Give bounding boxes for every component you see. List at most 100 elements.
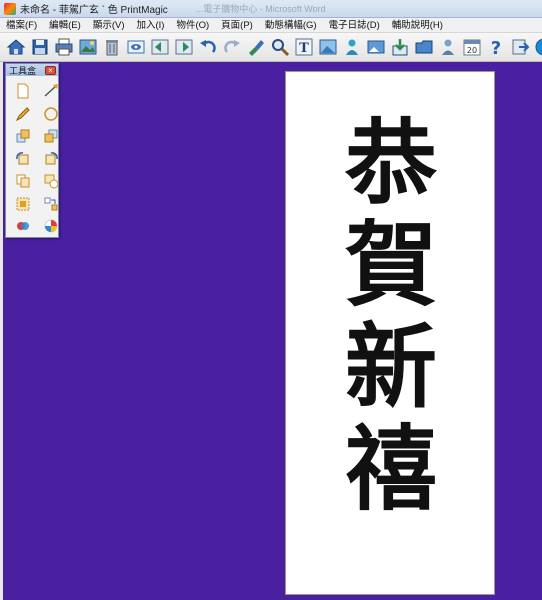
app-icon — [4, 2, 16, 15]
export-icon — [512, 39, 530, 55]
color-fill-icon — [17, 222, 29, 231]
title-bar: 未命名 - 菲駕广玄 ` 色 PrintMagic ...電子購物中心 - Mi… — [0, 0, 542, 18]
pencil-icon — [15, 107, 30, 121]
tool-pencil[interactable] — [12, 103, 34, 126]
group-icon — [44, 174, 59, 189]
align-left-button[interactable] — [149, 36, 171, 58]
zoom-button[interactable] — [269, 36, 291, 58]
download-button[interactable] — [389, 36, 411, 58]
print-icon — [55, 38, 73, 56]
download-icon — [392, 39, 408, 56]
tool-layer-down[interactable] — [40, 125, 62, 148]
calendar-icon: 20 — [463, 39, 481, 56]
photo-icon — [367, 40, 385, 54]
new-page-icon — [17, 83, 29, 99]
redo-icon — [224, 40, 240, 53]
align-right-button[interactable] — [173, 36, 195, 58]
menu-object[interactable]: 物件(O) — [170, 18, 215, 33]
menu-view[interactable]: 顯示(V) — [87, 18, 131, 33]
calendar-day: 20 — [467, 46, 477, 55]
window-title: 未命名 - 菲駕广玄 ` 色 PrintMagic — [20, 5, 168, 16]
trash-icon — [106, 40, 118, 56]
main-toolbar: T 20 ? — [0, 33, 542, 62]
tool-arrange[interactable] — [40, 193, 62, 216]
arrange-icon — [44, 197, 58, 211]
tool-layer-up[interactable] — [12, 125, 34, 148]
menu-insert[interactable]: 加入(I) — [130, 18, 170, 33]
preview-icon — [127, 40, 145, 54]
save-button[interactable] — [29, 36, 51, 58]
toolbox-panel: 工具盒 × — [5, 63, 59, 238]
paint-button[interactable] — [245, 36, 267, 58]
menu-ejournal[interactable]: 電子日誌(D) — [323, 18, 386, 33]
toolbox-titlebar[interactable]: 工具盒 × — [6, 64, 58, 76]
paint-icon — [249, 40, 264, 56]
home-button[interactable] — [5, 36, 27, 58]
calendar-button[interactable]: 20 — [461, 36, 483, 58]
help-button[interactable]: ? — [485, 36, 507, 58]
character-4[interactable]: 禧 — [345, 418, 437, 520]
tool-color-fill[interactable] — [12, 215, 34, 238]
tool-grid — [6, 76, 59, 238]
layer-down-icon — [44, 129, 58, 143]
workspace-edge — [0, 62, 3, 600]
copy-icon — [16, 174, 30, 188]
export-button[interactable] — [509, 36, 531, 58]
crop-icon — [16, 197, 30, 211]
folder-button[interactable] — [413, 36, 435, 58]
tool-group[interactable] — [40, 170, 62, 193]
photo-button[interactable] — [365, 36, 387, 58]
tool-line[interactable] — [40, 80, 62, 103]
save-icon — [32, 39, 48, 55]
text-button[interactable]: T — [293, 36, 315, 58]
play-button[interactable] — [533, 36, 542, 58]
play-icon — [535, 38, 542, 56]
tool-circle[interactable] — [40, 103, 62, 126]
layer-up-icon — [16, 129, 30, 143]
menu-animation[interactable]: 動態構幅(G) — [259, 18, 323, 33]
character-3[interactable]: 新 — [345, 316, 437, 418]
toolbox-title: 工具盒 — [9, 65, 37, 76]
tool-crop[interactable] — [12, 193, 34, 216]
background-window-title: ...電子購物中心 - Microsoft Word — [195, 4, 326, 14]
image-button[interactable] — [77, 36, 99, 58]
tool-new-page[interactable] — [12, 80, 34, 103]
tool-rotate-right[interactable] — [40, 148, 62, 171]
preview-button[interactable] — [125, 36, 147, 58]
align-right-icon — [175, 39, 193, 55]
undo-button[interactable] — [197, 36, 219, 58]
color-wheel-icon — [44, 219, 58, 233]
rotate-right-icon — [45, 151, 58, 165]
person-button[interactable] — [341, 36, 363, 58]
close-icon[interactable]: × — [45, 65, 56, 75]
document-page[interactable]: 恭 賀 新 禧 — [285, 71, 495, 595]
character-2[interactable]: 賀 — [345, 214, 437, 316]
menu-page[interactable]: 頁面(P) — [215, 18, 259, 33]
svg-text:T: T — [299, 41, 309, 56]
user-button[interactable] — [437, 36, 459, 58]
rotate-left-icon — [16, 151, 29, 165]
undo-icon — [200, 40, 216, 53]
menu-file[interactable]: 檔案(F) — [0, 18, 43, 33]
menu-help[interactable]: 輔助說明(H) — [386, 18, 449, 33]
folder-icon — [415, 40, 433, 54]
tool-rotate-left[interactable] — [12, 148, 34, 171]
svg-text:?: ? — [491, 38, 501, 57]
picture-icon — [319, 39, 337, 55]
character-1[interactable]: 恭 — [345, 112, 437, 214]
print-button[interactable] — [53, 36, 75, 58]
align-left-icon — [151, 39, 169, 55]
circle-icon — [44, 107, 58, 121]
picture-button[interactable] — [317, 36, 339, 58]
image-icon — [79, 39, 97, 55]
menu-edit[interactable]: 編輯(E) — [43, 18, 87, 33]
calligraphy-text[interactable]: 恭 賀 新 禧 — [286, 72, 494, 594]
line-icon — [44, 84, 58, 97]
tool-color-wheel[interactable] — [40, 215, 62, 238]
home-icon — [6, 39, 26, 55]
person-icon — [346, 39, 358, 55]
trash-button[interactable] — [101, 36, 123, 58]
user-icon — [442, 39, 454, 55]
tool-copy[interactable] — [12, 170, 34, 193]
redo-button[interactable] — [221, 36, 243, 58]
